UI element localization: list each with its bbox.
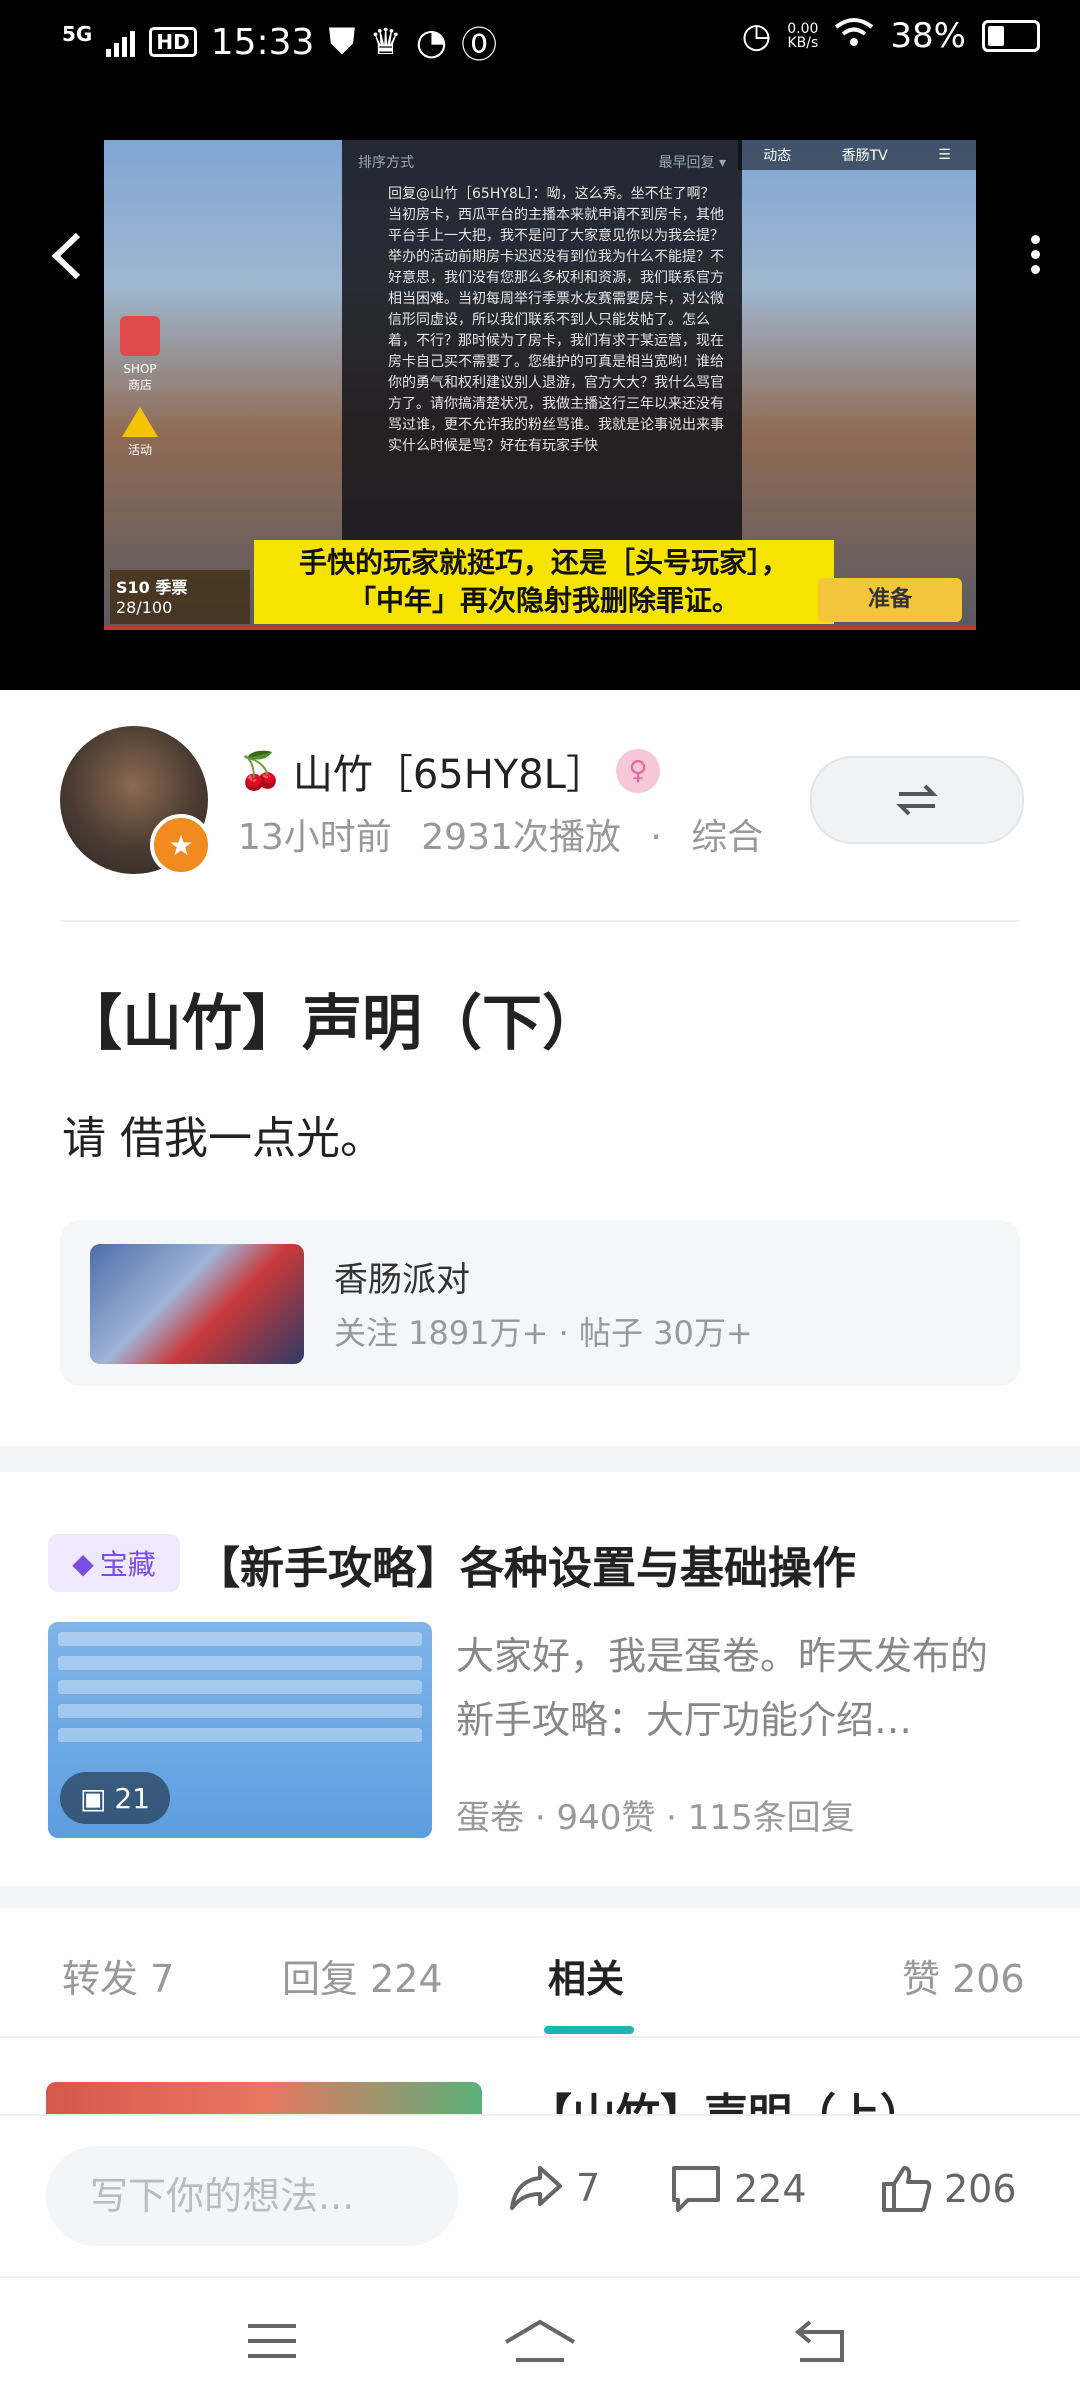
- video-game-tabs: 动态 香肠TV ☰: [738, 140, 976, 170]
- video-frame: SHOP 商店 活动 排序方式 最早回复 ▾ 回复@山竹［65HY8L］：呦，这么…: [104, 140, 976, 630]
- image-icon: ▣: [79, 1781, 107, 1815]
- menu-icon: [248, 2324, 296, 2358]
- shield-icon: ⛊: [328, 21, 356, 62]
- topic-stats: 关注 1891万+ · 帖子 30万+: [334, 1314, 753, 1352]
- season-pass-widget: S10 季票 28/100: [110, 570, 250, 624]
- home-nav-button[interactable]: [502, 2316, 578, 2366]
- tab-forward[interactable]: 转发 7: [62, 1948, 174, 2003]
- post-time: 13小时前: [238, 817, 392, 858]
- back-nav-icon: [794, 2320, 844, 2362]
- tab-reply[interactable]: 回复 224: [282, 1948, 443, 2003]
- video-progress-bar[interactable]: [104, 626, 976, 630]
- video-subtitle: 手快的玩家就挺巧，还是［头号玩家］， 「中年」再次隐射我删除罪证。: [254, 540, 834, 624]
- female-gender-icon: ♀: [615, 749, 660, 793]
- author-name-row[interactable]: 🍒 山竹［65HY8L］ ♀: [238, 742, 660, 800]
- share-button[interactable]: 7: [508, 2164, 600, 2212]
- net-speed: 0.00 KB/s: [787, 21, 819, 51]
- crown-icon: ♛: [369, 21, 402, 63]
- clock: 15:33: [210, 21, 315, 63]
- back-button[interactable]: [48, 231, 88, 281]
- post-body: 请 借我一点光。: [62, 1113, 384, 1164]
- menu-nav-button[interactable]: [242, 2316, 302, 2366]
- divider: [60, 920, 1020, 922]
- post-tabs: 转发 7 回复 224 相关 赞 206: [0, 1908, 1080, 2034]
- share-icon: [510, 2166, 562, 2210]
- app-notification-icon: ⓪: [461, 25, 498, 66]
- play-count: 2931次播放: [421, 817, 621, 858]
- shop-game-button: SHOP 商店 活动: [116, 316, 164, 457]
- verified-badge-icon: ★: [150, 814, 212, 876]
- section-gap: [0, 1446, 1080, 1472]
- bottom-action-bar: 写下你的想法... 7 224 206: [0, 2114, 1080, 2276]
- battery-icon: [982, 20, 1040, 52]
- compass-icon: ◔: [415, 21, 448, 63]
- post-meta: 13小时前 2931次播放 · 综合: [238, 817, 764, 858]
- wifi-icon: [834, 16, 874, 56]
- home-icon: [504, 2319, 576, 2362]
- system-nav-bar: [0, 2276, 1080, 2402]
- post-title: 【山竹】声明（下）: [62, 989, 602, 1059]
- post-category: 综合: [691, 817, 764, 858]
- recommended-post-thumbnail[interactable]: ▣ 21: [48, 1622, 432, 1838]
- game-ready-button: 准备: [818, 578, 962, 622]
- tab-like[interactable]: 赞 206: [902, 1948, 1025, 2003]
- comment-icon: [672, 2166, 720, 2212]
- hd-icon: HD: [149, 27, 197, 57]
- topic-card[interactable]: 香肠派对 关注 1891万+ · 帖子 30万+: [60, 1220, 1020, 1386]
- follow-toggle-button[interactable]: [810, 756, 1024, 844]
- recommended-post-title[interactable]: 【新手攻略】各种设置与基础操作: [196, 1532, 856, 1596]
- recommended-post-stats: 蛋卷 · 940赞 · 115条回复: [456, 1798, 855, 1838]
- tab-related[interactable]: 相关: [548, 1948, 624, 2003]
- divider: [0, 2036, 1080, 2038]
- topic-thumbnail: [90, 1244, 304, 1364]
- topic-name: 香肠派对: [334, 1260, 470, 1300]
- video-comment-panel: 排序方式 最早回复 ▾ 回复@山竹［65HY8L］：呦，这么秀。坐不住了啊？当初房…: [342, 140, 742, 560]
- treasure-tag: ◆ 宝藏: [48, 1534, 180, 1592]
- cherry-icon: 🍒: [238, 751, 283, 792]
- comment-input[interactable]: 写下你的想法...: [46, 2146, 458, 2246]
- signal-icon: [106, 27, 136, 57]
- active-tab-indicator: [544, 2026, 634, 2034]
- alarm-icon: ◷: [741, 16, 772, 56]
- video-player[interactable]: SHOP 商店 活动 排序方式 最早回复 ▾ 回复@山竹［65HY8L］：呦，这么…: [0, 86, 1080, 690]
- comment-button[interactable]: 224: [670, 2164, 807, 2214]
- back-nav-button[interactable]: [790, 2316, 850, 2366]
- image-count-badge: ▣ 21: [60, 1772, 170, 1824]
- status-bar: 5G HD 15:33 ⛊ ♛ ◔ ⓪ ◷ 0.00 KB/s 38%: [0, 0, 1080, 86]
- swap-arrows-icon: [896, 784, 938, 816]
- author-name[interactable]: 山竹［65HY8L］: [293, 742, 606, 800]
- like-button[interactable]: 206: [880, 2164, 1017, 2214]
- network-type: 5G: [62, 22, 93, 46]
- battery-percent: 38%: [890, 16, 966, 56]
- diamond-icon: ◆: [72, 1546, 94, 1580]
- back-arrow-icon: [51, 232, 81, 280]
- thumbs-up-icon: [882, 2166, 932, 2212]
- recommended-post-summary[interactable]: 大家好，我是蛋卷。昨天发布的新手攻略：大厅功能介绍…: [456, 1624, 1016, 1752]
- section-gap: [0, 1886, 1080, 1908]
- more-options-button[interactable]: [1020, 231, 1050, 281]
